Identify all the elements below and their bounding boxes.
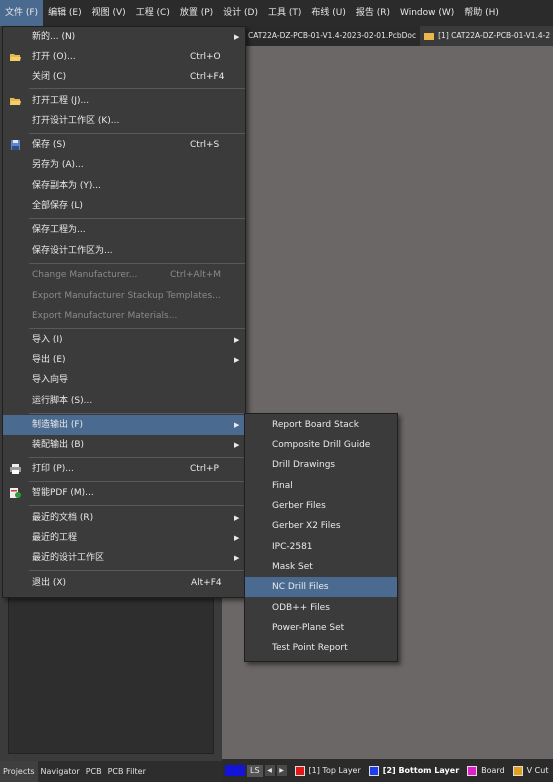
menu-item-open-project[interactable]: 打开工程 (J)...	[3, 91, 245, 111]
menu-item-close[interactable]: 关闭 (C) Ctrl+F4	[3, 67, 245, 87]
submenu-item-mask-set[interactable]: Mask Set	[245, 557, 397, 577]
menu-item-import-wizard[interactable]: 导入向导	[3, 370, 245, 390]
menu-item-change-manufacturer: Change Manufacturer... Ctrl+Alt+M	[32, 270, 222, 280]
menu-bar: 文件 (F) 编辑 (E) 视图 (V) 工程 (C) 放置 (P) 设计 (D…	[0, 0, 553, 26]
menu-design[interactable]: 设计 (D)	[218, 0, 263, 26]
menu-route[interactable]: 布线 (U)	[306, 0, 350, 26]
menu-file[interactable]: 文件 (F)	[0, 0, 44, 26]
menu-help[interactable]: 帮助 (H)	[459, 0, 504, 26]
menu-item-save-project-as[interactable]: 保存工程为...	[3, 220, 245, 240]
menu-separator	[29, 88, 245, 89]
vcut-layer-swatch	[512, 765, 523, 776]
menu-item-recent-projects[interactable]: 最近的工程 ▶	[3, 528, 245, 548]
printer-icon	[10, 464, 21, 474]
board-layer-swatch	[467, 765, 478, 776]
menu-tools[interactable]: 工具 (T)	[263, 0, 306, 26]
menu-item-open[interactable]: 打开 (O)... Ctrl+O	[3, 47, 245, 67]
submenu-item-final[interactable]: Final	[245, 476, 397, 496]
submenu-arrow-icon: ▶	[234, 336, 240, 344]
pcb-document-icon	[424, 32, 435, 40]
submenu-item-composite-drill-guide[interactable]: Composite Drill Guide	[245, 435, 397, 455]
menu-separator	[29, 133, 245, 134]
document-tab-second[interactable]: [1] CAT22A-DZ-PCB-01-V1.4-2	[420, 26, 553, 46]
menu-separator	[29, 457, 245, 458]
open-folder-icon	[10, 54, 21, 61]
layer-tab-bottom[interactable]: [2] Bottom Layer	[383, 766, 459, 775]
document-tab-label: [1] CAT22A-DZ-PCB-01-V1.4-2	[438, 31, 551, 40]
layer-tab-vcut[interactable]: V Cut	[527, 766, 549, 775]
menu-edit[interactable]: 编辑 (E)	[43, 0, 87, 26]
layer-tab-board[interactable]: Board	[481, 766, 505, 775]
menu-place[interactable]: 放置 (P)	[175, 0, 218, 26]
submenu-item-gerber-x2-files[interactable]: Gerber X2 Files	[245, 516, 397, 536]
submenu-arrow-icon: ▶	[234, 514, 240, 522]
submenu-item-power-plane-set[interactable]: Power-Plane Set	[245, 618, 397, 638]
menu-item-recent-workspaces[interactable]: 最近的设计工作区 ▶	[3, 548, 245, 568]
menu-separator	[29, 218, 245, 219]
submenu-arrow-icon: ▶	[234, 534, 240, 542]
tab-pcb-filter[interactable]: PCB Filter	[105, 761, 149, 782]
menu-separator	[29, 570, 245, 571]
menu-item-fabrication-outputs[interactable]: 制造输出 (F) ▶	[3, 415, 245, 435]
submenu-arrow-icon: ▶	[234, 356, 240, 364]
menu-item-run-script[interactable]: 运行脚本 (S)...	[3, 391, 245, 411]
submenu-item-drill-drawings[interactable]: Drill Drawings	[245, 455, 397, 475]
submenu-item-test-point-report[interactable]: Test Point Report	[245, 638, 397, 658]
submenu-item-report-board-stack[interactable]: Report Board Stack	[245, 415, 397, 435]
menu-separator	[29, 413, 245, 414]
layer-scroll-left-button[interactable]: ◀	[264, 765, 275, 776]
submenu-arrow-icon: ▶	[234, 33, 240, 41]
submenu-arrow-icon: ▶	[234, 421, 240, 429]
submenu-arrow-icon: ▶	[234, 554, 240, 562]
top-layer-swatch	[294, 765, 305, 776]
menu-item-print[interactable]: 打印 (P)... Ctrl+P	[3, 459, 245, 479]
menu-separator	[29, 328, 245, 329]
menu-item-open-workspace[interactable]: 打开设计工作区 (K)...	[3, 111, 245, 131]
panel-tab-bar: Projects Navigator PCB PCB Filter	[0, 761, 222, 782]
tab-pcb[interactable]: PCB	[83, 761, 105, 782]
menu-item-export[interactable]: 导出 (E) ▶	[3, 350, 245, 370]
tab-navigator[interactable]: Navigator	[38, 761, 83, 782]
submenu-item-gerber-files[interactable]: Gerber Files	[245, 496, 397, 516]
menu-item-exit[interactable]: 退出 (X) Alt+F4	[3, 573, 245, 593]
menu-item-save-as[interactable]: 另存为 (A)...	[3, 155, 245, 175]
menu-item-save-all[interactable]: 全部保存 (L)	[3, 196, 245, 216]
menu-separator	[29, 263, 245, 264]
document-tab-bar: CAT22A-DZ-PCB-01-V1.4-2023-02-01.PcbDoc …	[244, 26, 553, 46]
fabrication-outputs-submenu: Report Board Stack Composite Drill Guide…	[244, 413, 398, 662]
submenu-arrow-icon: ▶	[234, 441, 240, 449]
menu-item-recent-documents[interactable]: 最近的文档 (R) ▶	[3, 508, 245, 528]
layer-scroll-right-button[interactable]: ▶	[276, 765, 287, 776]
layer-tab-top[interactable]: [1] Top Layer	[309, 766, 361, 775]
projects-panel-content	[8, 592, 214, 754]
document-tab-pcbdoc[interactable]: CAT22A-DZ-PCB-01-V1.4-2023-02-01.PcbDoc	[244, 26, 421, 46]
layer-set-button[interactable]: LS	[247, 764, 263, 777]
menu-item-save[interactable]: 保存 (S) Ctrl+S	[3, 135, 245, 155]
menu-item-save-workspace-as[interactable]: 保存设计工作区为...	[3, 241, 245, 261]
menu-reports[interactable]: 报告 (R)	[351, 0, 395, 26]
menu-separator	[29, 481, 245, 482]
layer-tab-bar: LS ◀ ▶ [1] Top Layer [2] Bottom Layer Bo…	[222, 759, 553, 782]
menu-separator	[29, 505, 245, 506]
current-layer-color-swatch[interactable]	[225, 765, 245, 776]
submenu-item-ipc-2581[interactable]: IPC-2581	[245, 537, 397, 557]
file-menu-dropdown: 新的... (N) ▶ 打开 (O)... Ctrl+O 关闭 (C) Ctrl+F4…	[2, 26, 246, 598]
save-icon	[11, 140, 20, 150]
menu-view[interactable]: 视图 (V)	[87, 0, 131, 26]
smart-pdf-icon	[10, 488, 21, 498]
open-project-icon	[10, 98, 21, 105]
tab-projects[interactable]: Projects	[0, 761, 38, 782]
menu-item-import[interactable]: 导入 (I) ▶	[3, 330, 245, 350]
menu-item-new[interactable]: 新的... (N) ▶	[3, 27, 245, 47]
menu-project[interactable]: 工程 (C)	[131, 0, 175, 26]
menu-item-smart-pdf[interactable]: 智能PDF (M)...	[3, 483, 245, 503]
menu-item-export-materials: Export Manufacturer Materials...	[32, 311, 178, 321]
menu-item-save-copy-as[interactable]: 保存副本为 (Y)...	[3, 176, 245, 196]
submenu-item-odb-files[interactable]: ODB++ Files	[245, 598, 397, 618]
bottom-layer-swatch	[368, 765, 379, 776]
submenu-item-nc-drill-files[interactable]: NC Drill Files	[245, 577, 397, 597]
menu-item-assembly-outputs[interactable]: 装配输出 (B) ▶	[3, 435, 245, 455]
menu-item-export-stackup-templates: Export Manufacturer Stackup Templates...	[32, 291, 221, 301]
menu-window[interactable]: Window (W)	[395, 0, 459, 26]
